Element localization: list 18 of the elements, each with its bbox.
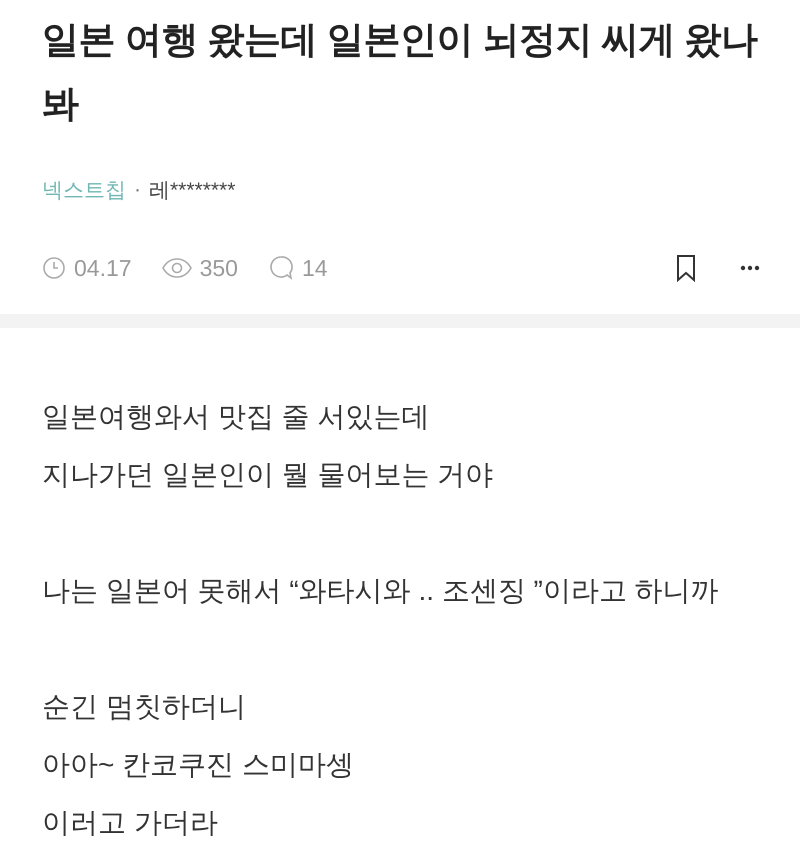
view-count: 350: [200, 254, 238, 282]
bookmark-button[interactable]: [676, 254, 696, 282]
post-title: 일본 여행 왔는데 일본인이 뇌정지 씨게 왔나 봐: [42, 18, 759, 126]
body-text-line: 나는 일본어 못해서 “와타시와 .. 조센징 ”이라고 하니까: [42, 574, 720, 608]
body-text-line: 지나가던 일본인이 뭘 물어보는 거야: [42, 458, 494, 492]
clock-icon: [42, 256, 66, 280]
body-text-line: 아아~ 칸코쿠진 스미마셍: [42, 748, 355, 782]
body-text-line: 순긴 멈칫하더니: [42, 690, 247, 724]
comment-count: 14: [302, 254, 328, 282]
body-text-line: 일본여행와서 맛집 줄 서있는데: [42, 400, 430, 434]
separator-dot: ·: [134, 178, 141, 202]
body-text-line: 이러고 가더라: [42, 806, 219, 840]
channel-link[interactable]: 넥스트칩: [42, 176, 126, 204]
post-date: 04.17: [74, 254, 132, 282]
author-name: 레********: [149, 178, 236, 204]
comment-icon: [268, 255, 294, 281]
eye-icon: [162, 257, 192, 279]
more-button[interactable]: [740, 265, 760, 271]
